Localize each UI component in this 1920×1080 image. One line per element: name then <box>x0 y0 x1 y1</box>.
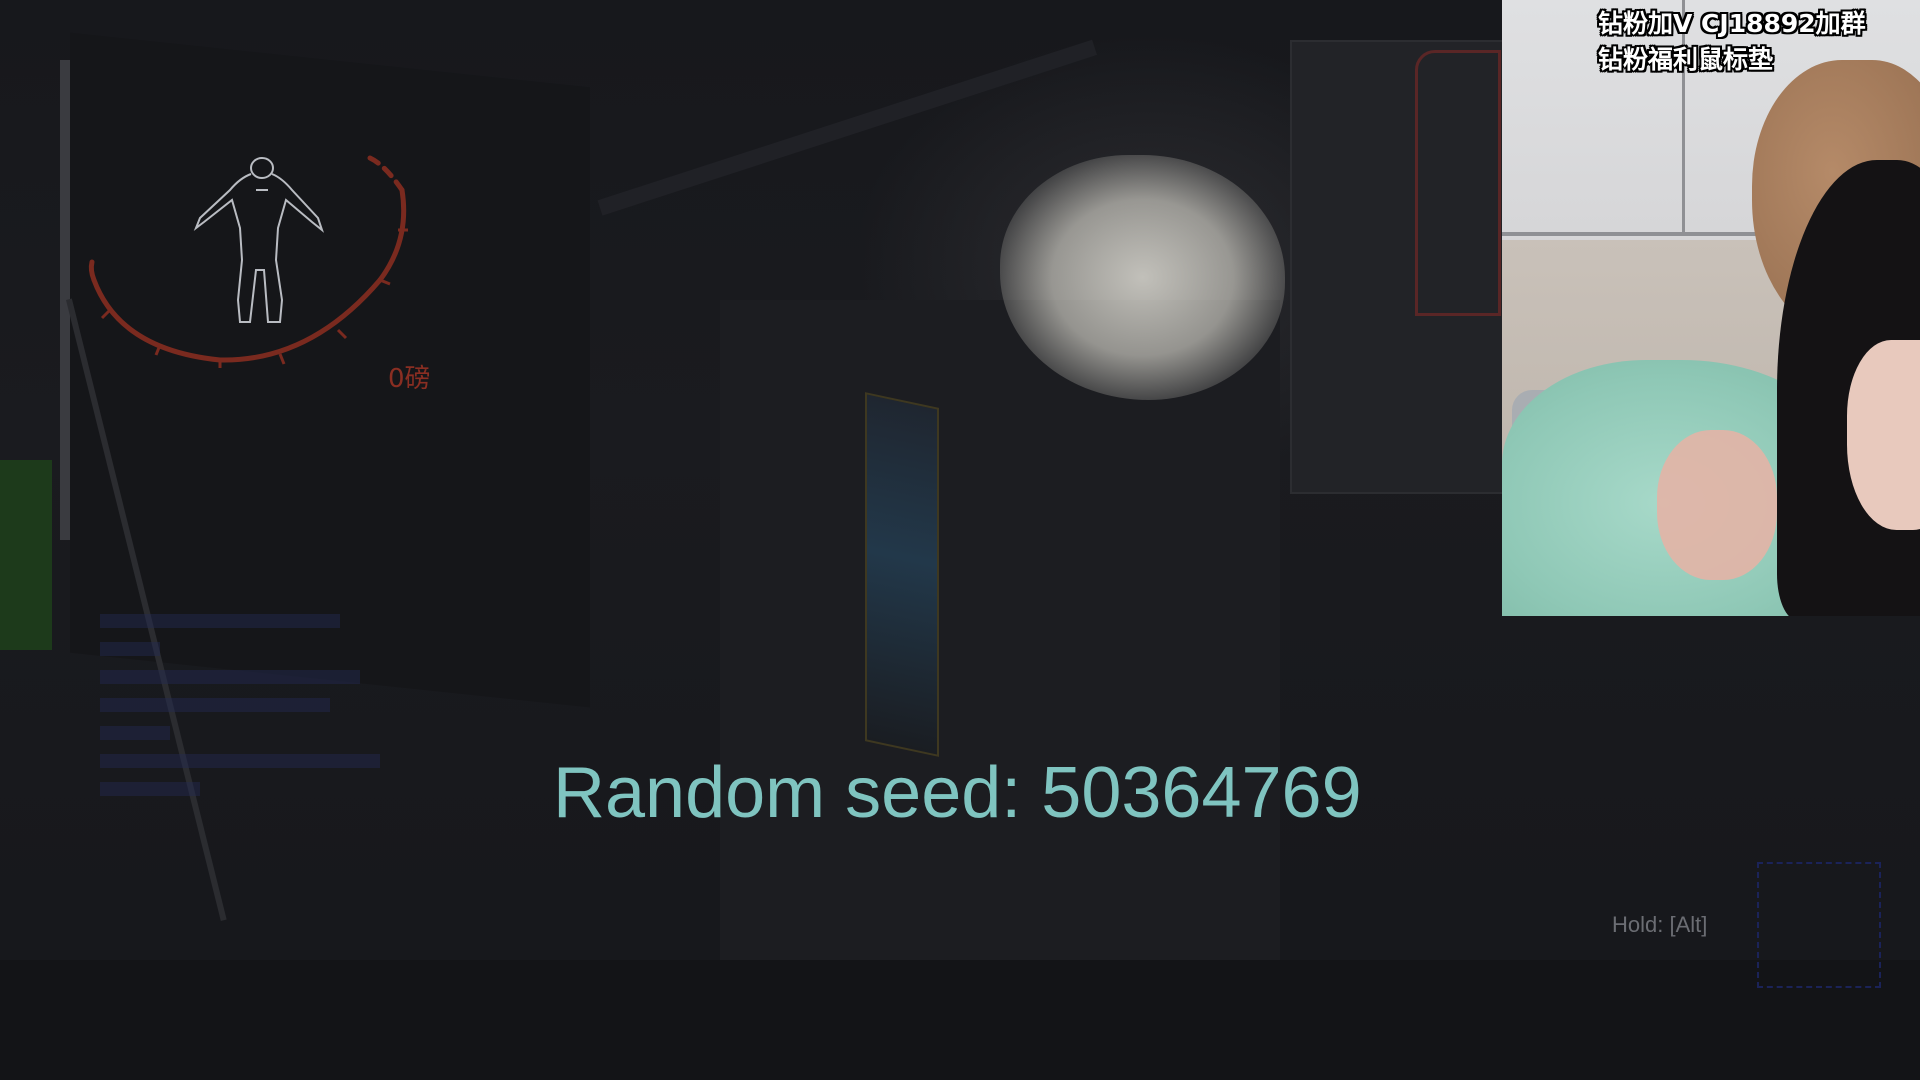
floor <box>0 960 1920 1080</box>
ceiling-beam <box>597 39 1098 216</box>
streamer-webcam: 钻粉加V CJ18892加群 钻粉福利鼠标垫 <box>1502 0 1920 616</box>
webcam-caption-line-2: 钻粉福利鼠标垫 <box>1598 45 1774 74</box>
suit-silhouette-icon <box>193 157 325 323</box>
faded-chat-log <box>100 600 400 900</box>
hold-key-hint: Hold: [Alt] <box>1612 912 1708 937</box>
health-arc <box>88 155 407 363</box>
door-frame <box>1415 50 1501 316</box>
green-screen-glow <box>0 460 52 650</box>
webcam-hand <box>1657 430 1777 580</box>
webcam-caption-line-1: 钻粉加V CJ18892加群 <box>1598 9 1866 38</box>
carry-weight-label: 0磅 <box>388 364 431 394</box>
player-status-ring <box>88 155 408 368</box>
random-seed-banner: Random seed: 50364769 <box>553 753 1362 833</box>
center-wall <box>720 300 1280 1020</box>
webcam-caption: 钻粉加V CJ18892加群 钻粉福利鼠标垫 <box>1598 6 1866 78</box>
webcam-baseboard <box>1502 232 1762 236</box>
scan-reticle-frame <box>1757 862 1881 988</box>
wall-poster <box>865 392 939 757</box>
